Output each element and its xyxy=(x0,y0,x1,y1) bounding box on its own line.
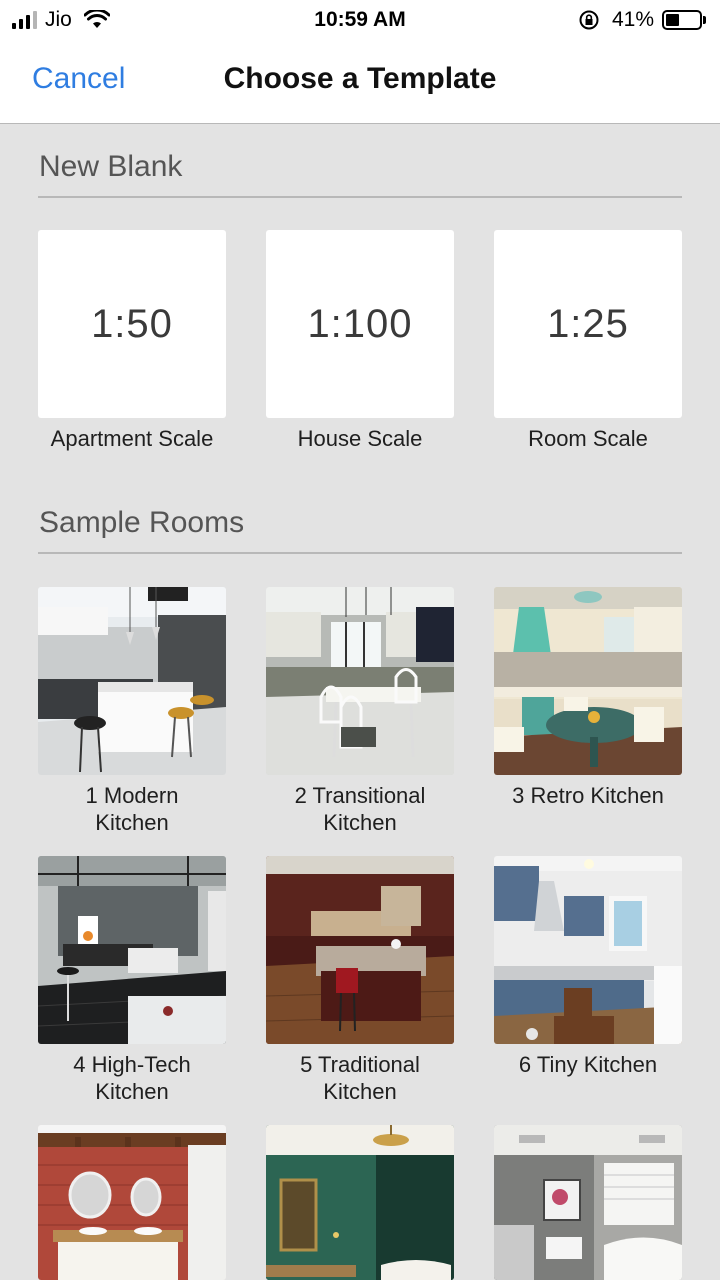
scale-value: 1:25 xyxy=(547,301,629,346)
template-label: Room Scale xyxy=(528,426,648,451)
room-label-line: 6 Tiny Kitchen xyxy=(518,1052,658,1077)
section-title: Sample Rooms xyxy=(39,506,245,539)
page-title: Choose a Template xyxy=(223,62,497,95)
room-image xyxy=(494,1125,682,1280)
room-label: 4 High-Tech Kitchen xyxy=(22,1051,242,1105)
room-label: 1 Modern Kitchen xyxy=(22,782,242,836)
rotation-lock-icon xyxy=(579,10,599,30)
battery-icon xyxy=(662,10,706,30)
room-label-line: Kitchen xyxy=(95,810,169,835)
room-image xyxy=(494,587,682,775)
blank-template-card[interactable]: 1:25 xyxy=(494,230,682,418)
template-label: House Scale xyxy=(297,426,423,451)
room-label-line: Kitchen xyxy=(323,1079,397,1104)
room-label-line: Kitchen xyxy=(95,1079,169,1104)
room-label-line: 2 Transitional xyxy=(294,783,426,808)
room-thumbnail-bathroom-grey[interactable] xyxy=(494,1125,682,1280)
room-image xyxy=(38,587,226,775)
room-image xyxy=(494,856,682,1044)
room-image xyxy=(38,856,226,1044)
scale-value: 1:100 xyxy=(307,301,413,346)
room-thumbnail-bathroom-green[interactable] xyxy=(266,1125,454,1280)
room-label: 5 Traditional Kitchen xyxy=(250,1051,470,1105)
section-header-sample-rooms: Sample Rooms xyxy=(38,498,682,554)
room-thumbnail-retro-kitchen[interactable] xyxy=(494,587,682,775)
status-bar: Jio 10:59 AM 41% xyxy=(0,0,720,40)
room-label: 3 Retro Kitchen xyxy=(478,782,698,809)
room-thumbnail-traditional-kitchen[interactable] xyxy=(266,856,454,1044)
room-image xyxy=(266,587,454,775)
room-thumbnail-tiny-kitchen[interactable] xyxy=(494,856,682,1044)
room-image xyxy=(266,856,454,1044)
room-thumbnail-high-tech-kitchen[interactable] xyxy=(38,856,226,1044)
room-label-line: 3 Retro Kitchen xyxy=(512,783,664,808)
room-image xyxy=(266,1125,454,1280)
nav-bar: Cancel Choose a Template xyxy=(0,40,720,124)
template-label: Apartment Scale xyxy=(50,426,214,451)
room-label-line: 1 Modern xyxy=(85,783,179,808)
room-thumbnail-transitional-kitchen[interactable] xyxy=(266,587,454,775)
room-label-line: 4 High-Tech xyxy=(73,1052,191,1077)
section-header-new-blank: New Blank xyxy=(38,142,682,198)
battery-percent: 41% xyxy=(611,8,654,31)
blank-template-card[interactable]: 1:100 xyxy=(266,230,454,418)
room-image xyxy=(38,1125,226,1280)
room-thumbnail-modern-kitchen[interactable] xyxy=(38,587,226,775)
section-title: New Blank xyxy=(39,150,183,183)
scale-value: 1:50 xyxy=(91,301,173,346)
blank-template-card[interactable]: 1:50 xyxy=(38,230,226,418)
status-right: 41% xyxy=(578,8,706,32)
room-label-line: Kitchen xyxy=(323,810,397,835)
room-label: 2 Transitional Kitchen xyxy=(250,782,470,836)
room-label: 6 Tiny Kitchen xyxy=(478,1051,698,1078)
room-thumbnail-bathroom-brick[interactable] xyxy=(38,1125,226,1280)
room-label-line: 5 Traditional xyxy=(300,1052,420,1077)
